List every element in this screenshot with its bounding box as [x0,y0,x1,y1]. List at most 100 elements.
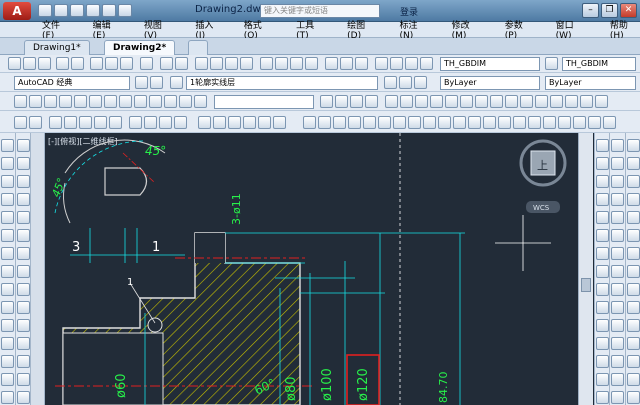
revolve-icon[interactable] [134,95,147,108]
linetype-select[interactable]: ByLayer [545,76,636,90]
design-center-icon[interactable] [275,57,288,70]
rectangle-icon[interactable] [1,211,14,224]
snap-quadrant-icon[interactable] [144,116,157,129]
snap-endpoint-icon[interactable] [49,116,62,129]
list-icon[interactable] [17,193,30,206]
scale-icon[interactable] [17,355,30,368]
make-block-icon[interactable] [1,355,14,368]
sphere-icon[interactable] [29,95,42,108]
wedge-icon[interactable] [74,95,87,108]
vertical-scrollbar[interactable] [578,133,593,405]
color-select[interactable]: ByLayer [440,76,540,90]
save-icon[interactable] [38,57,51,70]
spline-icon[interactable] [1,283,14,296]
snap-from-icon[interactable] [29,116,42,129]
copy-object-icon[interactable] [17,247,30,260]
cone-icon[interactable] [59,95,72,108]
snap-none-icon[interactable] [258,116,271,129]
snap-extension-icon[interactable] [109,116,122,129]
table-style-icon[interactable] [390,57,403,70]
fillet-icon[interactable] [611,391,624,404]
search-input[interactable]: 键入关键字或短语 [260,4,380,18]
restore-button[interactable]: ❐ [601,3,618,18]
osnap-icon[interactable] [596,211,609,224]
circle-icon[interactable] [1,247,14,260]
polyline-edit-icon[interactable] [627,193,640,206]
cylinder-icon[interactable] [44,95,57,108]
insert-block-icon[interactable] [1,337,14,350]
shape-icon[interactable] [543,116,556,129]
shape-icon[interactable] [348,116,361,129]
properties-icon[interactable] [627,157,640,170]
offset-icon[interactable] [17,283,30,296]
shape-icon[interactable] [468,116,481,129]
move-icon[interactable] [17,319,30,332]
chamfer-icon[interactable] [611,373,624,386]
shape-icon[interactable] [498,116,511,129]
rotate-icon[interactable] [611,247,624,260]
spline-edit-icon[interactable] [627,211,640,224]
distance-icon[interactable] [17,139,30,152]
match-properties-icon[interactable] [140,57,153,70]
snap-node-icon[interactable] [228,116,241,129]
layer-previous-icon[interactable] [399,76,412,89]
ucs-icon[interactable] [320,95,333,108]
dim-linear-icon[interactable] [385,95,398,108]
dim-baseline-icon[interactable] [520,95,533,108]
cut-icon[interactable] [90,57,103,70]
ellipse-icon[interactable] [1,301,14,314]
dim-diameter-icon[interactable] [475,95,488,108]
make-current-icon[interactable] [384,76,397,89]
tab-drawing2[interactable]: Drawing2* [104,40,176,55]
layer-state-icon[interactable] [414,76,427,89]
annotation-icon[interactable] [596,373,609,386]
snap-midpoint-icon[interactable] [64,116,77,129]
open-icon[interactable] [23,57,36,70]
multileader-icon[interactable] [545,57,558,70]
center-mark-icon[interactable] [565,95,578,108]
block-edit-icon[interactable] [627,265,640,278]
dim-edit-icon[interactable] [580,95,593,108]
quickcalc-icon[interactable] [340,57,353,70]
extend-icon[interactable] [611,319,624,332]
hatch-edit-icon[interactable] [627,175,640,188]
hatch-icon[interactable] [1,391,14,404]
shape-icon[interactable] [528,116,541,129]
ucs-face-icon[interactable] [365,95,378,108]
layer-properties-icon[interactable] [170,76,183,89]
rotate-icon[interactable] [17,337,30,350]
new-tab-button[interactable] [188,40,208,55]
sign-in-link[interactable]: 登录 [400,5,418,18]
undo-icon[interactable] [102,4,116,17]
loft-icon[interactable] [164,95,177,108]
layout-icon[interactable] [596,355,609,368]
trim-icon[interactable] [17,391,30,404]
subtract-icon[interactable] [194,95,207,108]
quick-dim-icon[interactable] [505,95,518,108]
polar-icon[interactable] [596,193,609,206]
gear-icon[interactable] [135,76,148,89]
shape-icon[interactable] [393,116,406,129]
zoom-window-icon[interactable] [225,57,238,70]
snap-toggle-icon[interactable] [596,139,609,152]
redo-icon[interactable] [118,4,132,17]
shape-icon[interactable] [453,116,466,129]
align-icon[interactable] [627,337,640,350]
print-icon[interactable] [86,4,100,17]
join-icon[interactable] [611,355,624,368]
osnap-settings-icon[interactable] [273,116,286,129]
preview-icon[interactable] [71,57,84,70]
workspace-icon[interactable] [150,76,163,89]
sheet-set-icon[interactable] [305,57,318,70]
text-style-icon[interactable] [375,57,388,70]
snap-tangent-icon[interactable] [159,116,172,129]
area-icon[interactable] [17,157,30,170]
sc-icon[interactable] [596,319,609,332]
lengthen-icon[interactable] [627,355,640,368]
snap-insert-icon[interactable] [213,116,226,129]
mirror-icon[interactable] [17,265,30,278]
dimstyle-select[interactable]: TH_GBDIM [440,57,540,71]
torus-icon[interactable] [89,95,102,108]
attribute-edit-icon[interactable] [627,247,640,260]
zoom-realtime-icon[interactable] [210,57,223,70]
